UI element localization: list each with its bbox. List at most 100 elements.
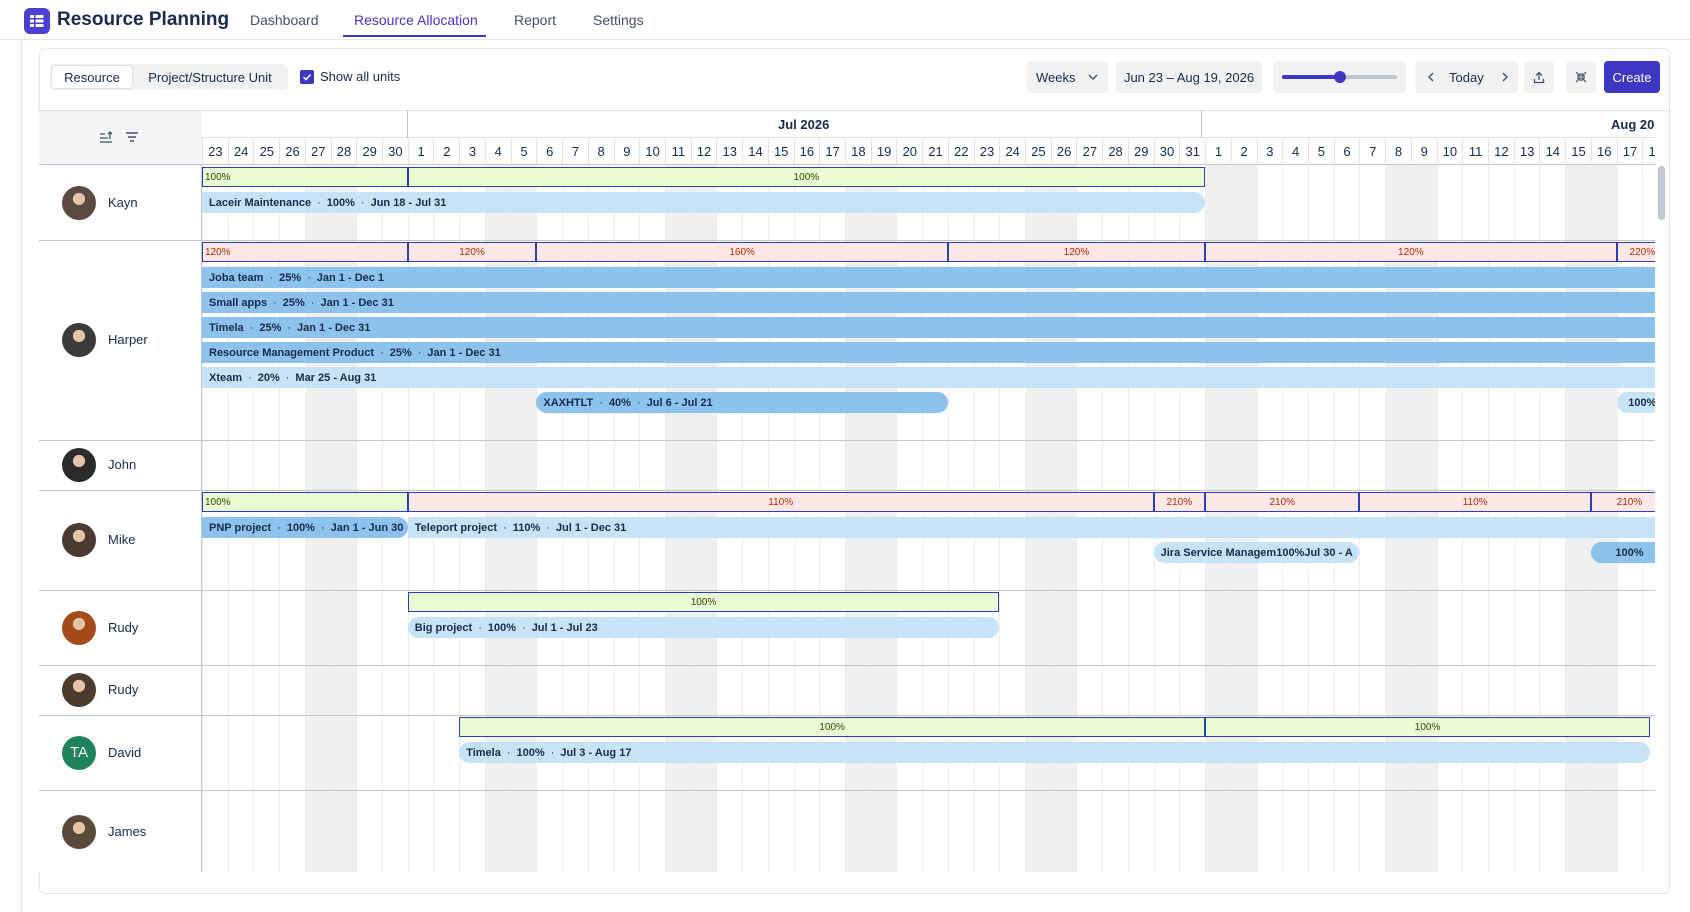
- utilization-bar[interactable]: 120%: [947, 242, 1206, 262]
- resource-name[interactable]: James: [108, 824, 146, 839]
- create-button[interactable]: Create: [1604, 61, 1660, 93]
- utilization-bar[interactable]: 120%: [407, 242, 537, 262]
- app-logo-icon[interactable]: [24, 8, 50, 34]
- collapse-button[interactable]: [1566, 61, 1596, 93]
- active-tab-indicator: [343, 35, 486, 37]
- task-name: Teleport project: [414, 521, 498, 534]
- utilization-value: 160%: [729, 246, 755, 258]
- row-divider: [202, 490, 1655, 491]
- resource-column-header: [39, 111, 202, 165]
- task-percent: 20%: [257, 371, 280, 384]
- resource-name[interactable]: Mike: [108, 532, 135, 547]
- utilization-bar[interactable]: 100%: [459, 717, 1206, 737]
- tab-settings[interactable]: Settings: [593, 12, 644, 28]
- month-separator: [1201, 111, 1202, 138]
- task-bar[interactable]: Xteam · 20% · Mar 25 - Aug 31: [202, 367, 1655, 388]
- day-label: 1: [407, 138, 434, 165]
- day-label: 23: [202, 138, 228, 165]
- avatar[interactable]: [62, 523, 96, 557]
- task-bar[interactable]: Timela · 25% · Jan 1 - Dec 31: [202, 317, 1655, 338]
- task-bar[interactable]: Teleport project · 110% · Jul 1 - Dec 31: [407, 517, 1655, 538]
- utilization-bar[interactable]: 210%: [1590, 492, 1655, 512]
- utilization-bar[interactable]: 160%: [536, 242, 948, 262]
- zoom-slider-thumb[interactable]: [1333, 71, 1346, 83]
- resource-name[interactable]: David: [108, 745, 141, 760]
- utilization-bar[interactable]: 220%: [1616, 242, 1655, 262]
- task-bar[interactable]: Big project · 100% · Jul 1 - Jul 23: [407, 617, 1000, 638]
- utilization-bar[interactable]: 110%: [407, 492, 1154, 512]
- filter-icon[interactable]: [125, 130, 139, 144]
- task-bar[interactable]: Timela · 100% · Jul 3 - Aug 17: [459, 742, 1651, 763]
- avatar[interactable]: [62, 610, 96, 645]
- utilization-bar[interactable]: 100%: [1205, 717, 1651, 737]
- show-all-units-checkbox[interactable]: [300, 70, 314, 84]
- task-bar[interactable]: Resource Management Product · 25% · Jan 1 - …: [202, 342, 1655, 363]
- chevron-left-icon[interactable]: [1427, 72, 1435, 82]
- utilization-value: 120%: [205, 246, 231, 258]
- task-bar[interactable]: XAXHTLT · 40% · Jul 6 - Jul 21: [536, 392, 948, 413]
- utilization-bar[interactable]: 100%: [407, 167, 1206, 187]
- avatar-initials: TA: [69, 744, 89, 761]
- avatar[interactable]: [62, 673, 96, 707]
- day-label: 12: [1488, 138, 1514, 165]
- utilization-bar[interactable]: 210%: [1153, 492, 1206, 512]
- row-divider: [39, 590, 202, 591]
- zoom-slider[interactable]: [1273, 61, 1406, 93]
- avatar[interactable]: [62, 323, 96, 357]
- utilization-value: 220%: [1629, 246, 1655, 258]
- separator-dot: ·: [310, 296, 315, 309]
- row-divider: [39, 490, 202, 491]
- utilization-value: 100%: [690, 596, 717, 608]
- task-percent: 110%: [512, 521, 541, 534]
- resource-name[interactable]: Rudy: [108, 620, 138, 635]
- date-range-picker[interactable]: Jun 23 – Aug 19, 2026: [1116, 61, 1262, 93]
- sort-icon[interactable]: [99, 130, 113, 144]
- day-label: 20: [896, 138, 922, 165]
- tab-resource-allocation[interactable]: Resource Allocation: [354, 12, 478, 28]
- utilization-bar[interactable]: 110%: [1359, 492, 1591, 512]
- task-bar[interactable]: Laceir Maintenance · 100% · Jun 18 - Jul 31: [202, 192, 1206, 213]
- task-dates: Jul 30 - A: [1304, 546, 1353, 559]
- resource-name[interactable]: Rudy: [108, 682, 138, 697]
- view-resource-button[interactable]: Resource: [52, 66, 132, 88]
- tab-dashboard[interactable]: Dashboard: [250, 12, 319, 28]
- task-bar[interactable]: PNP project · 100% · Jan 1 - Jun 30: [202, 517, 408, 538]
- resource-name[interactable]: Harper: [108, 332, 148, 347]
- row-divider: [39, 240, 202, 241]
- chevron-right-icon[interactable]: [1501, 72, 1509, 82]
- resource-name[interactable]: John: [108, 457, 136, 472]
- day-header: 23 24 25 26 27 28 29 30 1 2 3 4 5 6 7 8 9 10 11 12 13 14 15 16 1…: [202, 138, 1655, 165]
- resource-name[interactable]: Kayn: [108, 195, 138, 210]
- utilization-bar[interactable]: 100%: [202, 167, 408, 187]
- vertical-scrollbar[interactable]: [1658, 166, 1665, 220]
- avatar[interactable]: [62, 185, 96, 220]
- utilization-bar[interactable]: 100%: [407, 592, 1000, 612]
- separator-dot: ·: [478, 621, 482, 634]
- month-header: Jul 2026 Aug 2026: [202, 111, 1655, 138]
- today-button[interactable]: Today: [1449, 70, 1484, 85]
- day-label: 16: [793, 138, 820, 165]
- view-project-structure-unit-button[interactable]: Project/Structure Unit: [136, 66, 284, 88]
- avatar[interactable]: [62, 448, 96, 482]
- task-percent: 25%: [259, 321, 282, 334]
- utilization-bar[interactable]: 120%: [1205, 242, 1617, 262]
- avatar[interactable]: TA: [62, 735, 96, 770]
- day-label: 14: [1539, 138, 1565, 165]
- export-button[interactable]: [1524, 61, 1554, 93]
- avatar[interactable]: [62, 814, 96, 849]
- utilization-bar[interactable]: 120%: [202, 242, 408, 262]
- task-bar[interactable]: Jira Service Managem 100% Jul 30 - A: [1153, 542, 1360, 563]
- tab-report[interactable]: Report: [514, 12, 556, 28]
- task-bar[interactable]: 100%: [1590, 542, 1655, 563]
- task-bar[interactable]: Joba team · 25% · Jan 1 - Dec 1: [202, 267, 1655, 288]
- collapse-arrows-icon: [1575, 71, 1587, 83]
- task-bar[interactable]: Small apps · 25% · Jan 1 - Dec 31: [202, 292, 1655, 313]
- utilization-bar[interactable]: 100%: [202, 492, 408, 512]
- task-bar[interactable]: 100%: [1616, 392, 1655, 413]
- utilization-bar[interactable]: 210%: [1205, 492, 1360, 512]
- separator-dot: ·: [360, 196, 365, 209]
- task-dates: Jul 3 - Aug 17: [560, 746, 632, 759]
- scale-select[interactable]: Weeks: [1027, 61, 1108, 93]
- row-divider: [202, 440, 1655, 441]
- day-label: 30: [382, 138, 408, 165]
